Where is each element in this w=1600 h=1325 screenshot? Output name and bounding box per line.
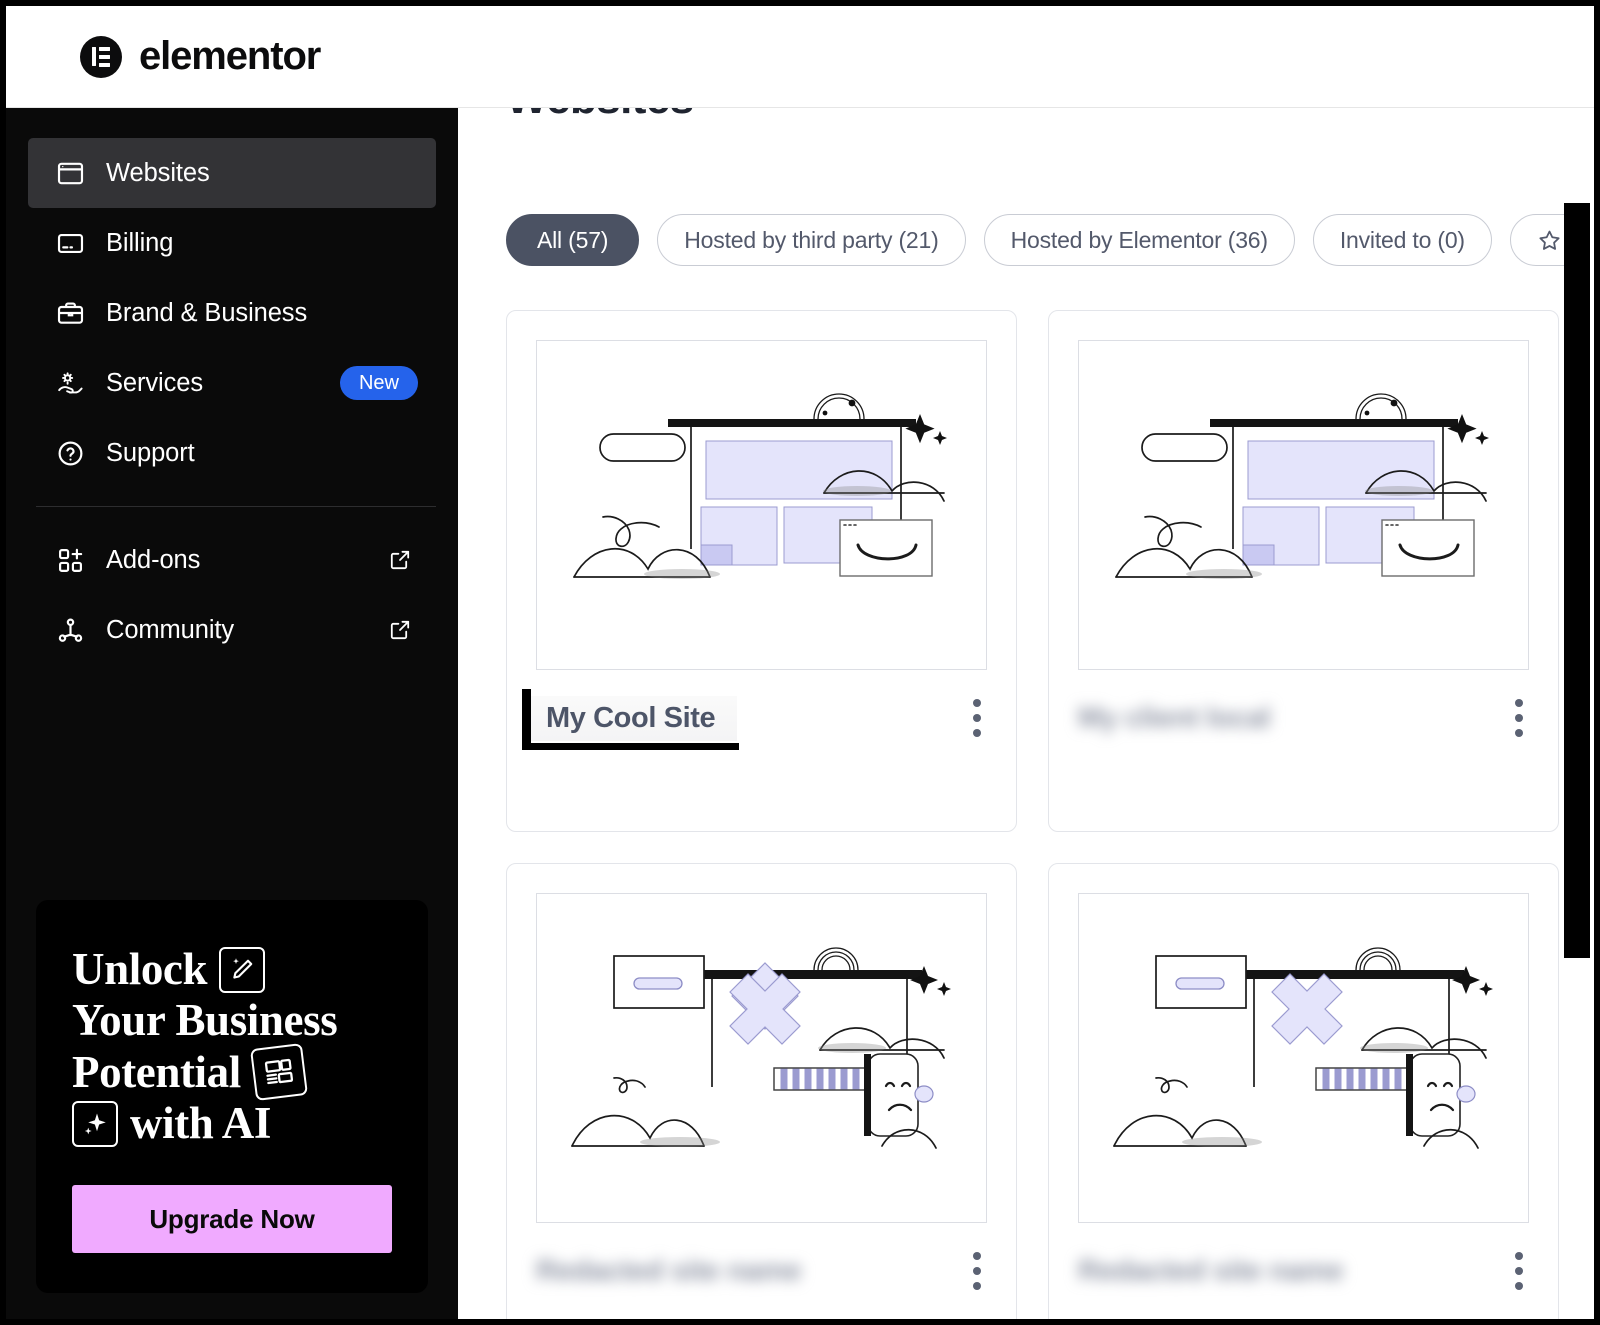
elementor-logo[interactable]: elementor bbox=[80, 34, 321, 79]
website-preview-illustration bbox=[1078, 340, 1529, 670]
kebab-menu-icon[interactable] bbox=[1505, 691, 1533, 745]
upgrade-promo-card[interactable]: Unlock Your Business Potential with AI U… bbox=[36, 900, 428, 1293]
sidebar-item-add-ons[interactable]: Add-ons bbox=[28, 525, 436, 595]
filter-pill-all[interactable]: All (57) bbox=[506, 214, 640, 266]
sidebar-item-label: Websites bbox=[106, 158, 210, 187]
promo-line-3: Potential bbox=[72, 1046, 241, 1097]
website-title-input[interactable]: My Cool Site bbox=[521, 688, 740, 750]
promo-line-1: Unlock bbox=[72, 944, 208, 995]
website-title[interactable]: My client local bbox=[1078, 702, 1271, 735]
website-card[interactable]: My client local bbox=[1048, 310, 1559, 832]
network-people-icon bbox=[55, 615, 86, 646]
page-scrollbar[interactable] bbox=[1564, 108, 1594, 1319]
website-card-footer: My Cool Site bbox=[521, 676, 987, 760]
sidebar-item-label: Billing bbox=[106, 228, 174, 257]
external-link-icon bbox=[388, 618, 412, 642]
sidebar-item-services[interactable]: Services New bbox=[28, 348, 436, 418]
card-terminal-icon bbox=[55, 228, 86, 259]
sidebar-nav: Websites Billing Brand & Business Servic… bbox=[6, 108, 458, 665]
filter-pill-group: All (57) Hosted by third party (21) Host… bbox=[506, 108, 1594, 266]
briefcase-icon bbox=[55, 298, 86, 329]
filter-pill-label: All (57) bbox=[537, 226, 609, 253]
filter-pill-label: Hosted by third party (21) bbox=[684, 226, 939, 253]
website-preview-illustration bbox=[536, 340, 987, 670]
filter-pill-hosted-third-party[interactable]: Hosted by third party (21) bbox=[657, 214, 966, 266]
browser-window-icon bbox=[55, 158, 86, 189]
scrollbar-thumb[interactable] bbox=[1564, 203, 1590, 958]
website-error-illustration bbox=[536, 893, 987, 1223]
sidebar-item-label: Services bbox=[106, 368, 203, 397]
kebab-menu-icon[interactable] bbox=[1505, 1244, 1533, 1298]
pencil-sparkle-icon bbox=[219, 946, 266, 993]
sidebar-item-label: Add-ons bbox=[106, 545, 201, 574]
sidebar-item-label: Brand & Business bbox=[106, 298, 308, 327]
filter-pill-hosted-elementor[interactable]: Hosted by Elementor (36) bbox=[983, 214, 1295, 266]
grid-plus-icon bbox=[55, 545, 86, 576]
gear-hand-icon bbox=[55, 368, 86, 399]
website-card[interactable]: Redacted site name bbox=[506, 863, 1017, 1319]
website-card[interactable]: Redacted site name bbox=[1048, 863, 1559, 1319]
top-bar: elementor bbox=[6, 6, 1594, 108]
elementor-logo-text: elementor bbox=[139, 34, 321, 78]
filter-pill-label: Invited to (0) bbox=[1339, 226, 1465, 253]
upgrade-now-button[interactable]: Upgrade Now bbox=[72, 1185, 392, 1253]
website-card-footer: My client local bbox=[1078, 676, 1529, 760]
star-icon bbox=[1537, 228, 1562, 253]
layout-card-icon bbox=[249, 1043, 308, 1102]
window-frame: elementor Websites Billing Brand & Busin… bbox=[0, 0, 1600, 1325]
content-inner: Websites All (57) Hosted by third party … bbox=[458, 108, 1594, 1319]
promo-heading: Unlock Your Business Potential with AI bbox=[72, 944, 392, 1149]
promo-line-4: with AI bbox=[130, 1098, 271, 1149]
filter-pill-invited-to[interactable]: Invited to (0) bbox=[1312, 214, 1492, 266]
sidebar-item-label: Community bbox=[106, 615, 235, 644]
sidebar-item-billing[interactable]: Billing bbox=[28, 208, 436, 278]
website-title[interactable]: Redacted site name bbox=[1078, 1255, 1344, 1288]
external-link-icon bbox=[388, 548, 412, 572]
sparkle-icon bbox=[72, 1100, 118, 1147]
sidebar-item-label: Support bbox=[106, 438, 195, 467]
kebab-menu-icon[interactable] bbox=[963, 1244, 991, 1298]
website-card-footer: Redacted site name bbox=[1078, 1229, 1529, 1313]
sidebar-item-support[interactable]: Support bbox=[28, 418, 436, 488]
sidebar-item-brand-business[interactable]: Brand & Business bbox=[28, 278, 436, 348]
website-card-footer: Redacted site name bbox=[536, 1229, 987, 1313]
services-new-badge: New bbox=[339, 366, 418, 400]
question-circle-icon bbox=[55, 438, 86, 469]
app-screen: elementor Websites Billing Brand & Busin… bbox=[6, 6, 1594, 1319]
website-title[interactable]: Redacted site name bbox=[536, 1255, 802, 1288]
website-card-grid: My Cool Site My client local Redacted si… bbox=[506, 310, 1594, 1319]
elementor-logo-icon bbox=[80, 35, 122, 78]
kebab-menu-icon[interactable] bbox=[963, 691, 991, 745]
sidebar-divider bbox=[36, 506, 436, 507]
sidebar-item-websites[interactable]: Websites bbox=[28, 138, 436, 208]
page-title: Websites bbox=[506, 108, 694, 124]
filter-pill-label: Hosted by Elementor (36) bbox=[1010, 226, 1268, 253]
sidebar-item-community[interactable]: Community bbox=[28, 595, 436, 665]
main-content: Websites All (57) Hosted by third party … bbox=[458, 108, 1594, 1319]
website-error-illustration bbox=[1078, 893, 1529, 1223]
promo-line-2: Your Business bbox=[72, 995, 338, 1046]
sidebar: Websites Billing Brand & Business Servic… bbox=[6, 108, 458, 1319]
website-card[interactable]: My Cool Site bbox=[506, 310, 1017, 832]
